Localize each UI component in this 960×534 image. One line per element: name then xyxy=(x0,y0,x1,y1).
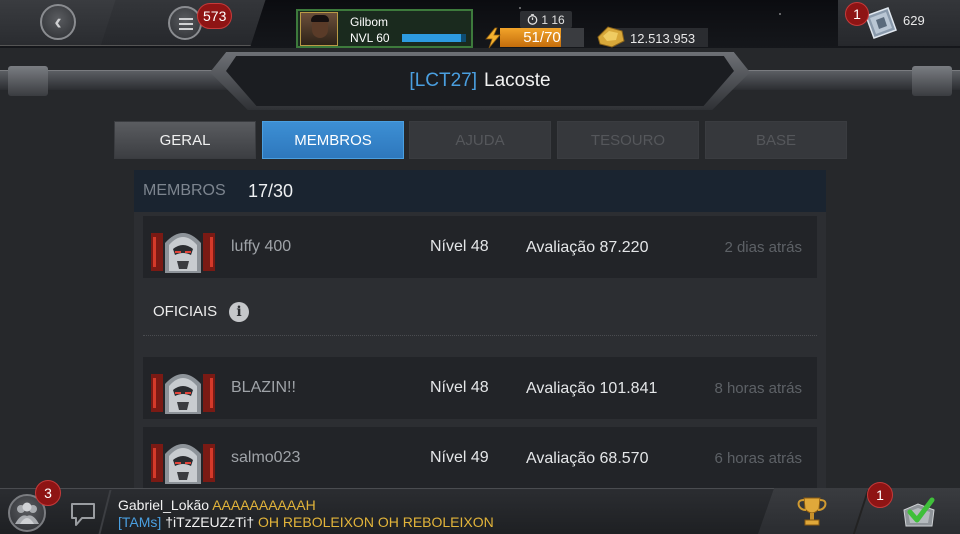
energy-value: 51/70 xyxy=(523,29,561,46)
energy-meter[interactable]: 51/70 xyxy=(482,27,586,49)
timer-value: 1 16 xyxy=(541,12,565,27)
member-portrait-icon xyxy=(151,444,215,484)
quests-badge: 1 xyxy=(867,482,893,508)
tab-geral[interactable]: GERAL xyxy=(114,121,256,159)
menu-icon xyxy=(179,18,193,20)
member-rating: Avaliação 87.220 xyxy=(526,239,649,256)
member-row-leader[interactable]: luffy 400 Nível 48 Avaliação 87.220 2 di… xyxy=(143,216,817,278)
member-portrait-icon xyxy=(151,233,215,273)
member-rating: Avaliação 101.841 xyxy=(526,380,658,397)
section-divider xyxy=(143,335,817,336)
player-name: Gilbom xyxy=(350,15,389,29)
chat-user: †iTzZEUZzTi† xyxy=(165,514,255,530)
crystal-value: 629 xyxy=(903,13,925,28)
chat-text: OH REBOLEIXON OH REBOLEIXON xyxy=(258,514,494,530)
gold-counter[interactable]: 12.513.953 xyxy=(594,26,708,48)
chat-alliance-tag: [TAMs] xyxy=(118,514,162,530)
member-name: salmo023 xyxy=(231,449,301,466)
notifications-badge: 573 xyxy=(197,3,233,29)
quest-check-icon[interactable] xyxy=(898,496,938,530)
members-header: MEMBROS 17/30 xyxy=(134,170,826,212)
member-name: BLAZIN!! xyxy=(231,379,296,396)
xp-bar xyxy=(402,34,466,42)
member-level: Nível 48 xyxy=(430,379,489,396)
chat-icon[interactable] xyxy=(68,500,98,528)
member-name: luffy 400 xyxy=(231,238,292,255)
member-row-officer[interactable]: BLAZIN!! Nível 48 Avaliação 101.841 8 ho… xyxy=(143,357,817,419)
timer-icon xyxy=(527,14,538,25)
tab-ajuda[interactable]: AJUDA xyxy=(409,121,551,159)
chat-message[interactable]: [TAMs] †iTzZEUZzTi† OH REBOLEIXON OH REB… xyxy=(118,514,494,530)
alliance-badge: 3 xyxy=(35,480,61,506)
member-portrait-icon xyxy=(151,374,215,414)
tab-membros[interactable]: MEMBROS xyxy=(262,121,404,159)
player-avatar xyxy=(300,12,338,46)
rail-cap-right xyxy=(912,66,952,96)
gold-icon xyxy=(597,26,625,48)
trophy-icon[interactable] xyxy=(795,495,829,529)
alliance-title: [LCT27] Lacoste xyxy=(226,56,734,106)
rail-cap-left xyxy=(8,66,48,96)
alliance-tag: [LCT27] xyxy=(409,70,478,91)
member-level: Nível 48 xyxy=(430,238,489,255)
member-level: Nível 49 xyxy=(430,449,489,466)
energy-timer: 1 16 xyxy=(520,11,572,28)
member-rating: Avaliação 68.570 xyxy=(526,450,649,467)
crystal-badge: 1 xyxy=(845,2,869,26)
info-icon[interactable]: i xyxy=(229,302,249,322)
chat-message[interactable]: Gabriel_Lokão AAAAAAAAAAH xyxy=(118,497,316,513)
members-count: 17/30 xyxy=(248,181,294,201)
back-button[interactable]: ‹ xyxy=(40,4,76,40)
player-profile[interactable]: Gilbom NVL 60 xyxy=(296,9,473,48)
chat-user: Gabriel_Lokão xyxy=(118,497,210,513)
officers-heading: OFICIAIS xyxy=(153,303,218,320)
tab-tesouro[interactable]: TESOURO xyxy=(557,121,699,159)
alliance-name: Lacoste xyxy=(484,70,551,91)
back-arrow-icon: ‹ xyxy=(54,9,62,34)
chat-text: AAAAAAAAAAH xyxy=(212,497,316,513)
members-label: MEMBROS xyxy=(143,182,226,199)
member-last-seen: 6 horas atrás xyxy=(714,450,802,467)
player-level: NVL 60 xyxy=(350,31,390,45)
member-last-seen: 8 horas atrás xyxy=(714,380,802,397)
member-last-seen: 2 dias atrás xyxy=(724,239,802,256)
tab-base[interactable]: BASE xyxy=(705,121,847,159)
gold-value: 12.513.953 xyxy=(630,31,696,46)
xp-bar-fill xyxy=(402,34,461,42)
member-row-officer[interactable]: salmo023 Nível 49 Avaliação 68.570 6 hor… xyxy=(143,427,817,489)
